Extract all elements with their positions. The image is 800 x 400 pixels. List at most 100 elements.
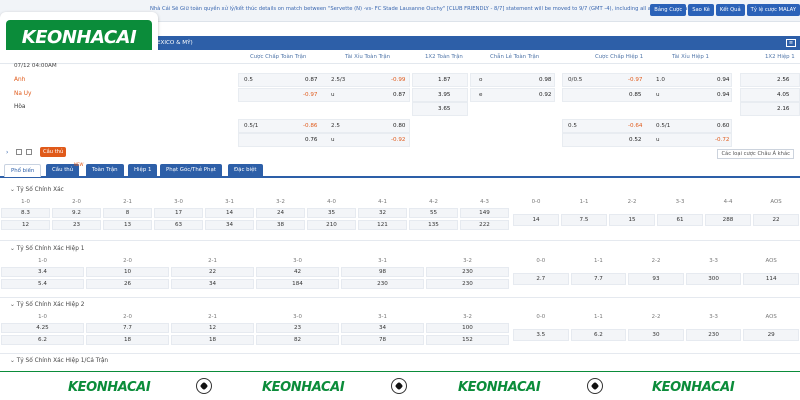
score-odds-cell[interactable]: 98 xyxy=(341,267,424,277)
score-odds-cell[interactable]: 121 xyxy=(358,220,407,230)
odds-type-button[interactable]: Tỷ lệ cược MALAY xyxy=(746,4,800,16)
h1-handicap-ou-row-4[interactable]: 0.5 -0.64 0.5/1 0.60 xyxy=(562,119,732,133)
handicap-ou-row-5[interactable]: 0.76 u -0.92 xyxy=(238,133,410,147)
score-odds-cell[interactable]: 63 xyxy=(154,220,203,230)
score-odds-cell[interactable]: 9.2 xyxy=(52,208,101,218)
score-odds-cell[interactable]: 18 xyxy=(171,335,254,345)
h1-handicap-ou-row-5[interactable]: 0.52 u -0.72 xyxy=(562,133,732,147)
draw-odds-cell[interactable]: 29 xyxy=(743,329,799,341)
draw-odds-cell[interactable]: 7.5 xyxy=(561,214,607,226)
section-title-correct-score-h2[interactable]: ⌄ Tỷ Số Chính Xác Hiệp 2 xyxy=(10,302,84,308)
tab-popular[interactable]: Phổ biến xyxy=(4,164,42,177)
h1-x12-draw-cell[interactable]: 2.16 xyxy=(740,102,800,116)
odd-even-cell-2[interactable]: e 0.92 xyxy=(470,88,555,102)
score-odds-cell[interactable]: 18 xyxy=(86,335,169,345)
draw-odds-cell[interactable]: 93 xyxy=(628,273,684,285)
tab-specials[interactable]: Đặc biệt xyxy=(228,164,263,177)
score-odds-cell[interactable]: 5.4 xyxy=(1,279,84,289)
section-title-correct-score[interactable]: ⌄ Tỷ Số Chính Xác xyxy=(10,187,64,193)
score-label: 2-0 xyxy=(123,314,132,320)
score-odds-cell[interactable]: 35 xyxy=(307,208,356,218)
chevron-right-icon[interactable]: › xyxy=(6,149,8,156)
score-odds-cell[interactable]: 17 xyxy=(154,208,203,218)
score-odds-cell[interactable]: 34 xyxy=(171,279,254,289)
score-odds-cell[interactable]: 13 xyxy=(103,220,152,230)
score-odds-cell[interactable]: 230 xyxy=(341,279,424,289)
draw-odds-cell[interactable]: 22 xyxy=(753,214,799,226)
score-odds-cell[interactable]: 82 xyxy=(256,335,339,345)
score-odds-cell[interactable]: 10 xyxy=(86,267,169,277)
score-odds-cell[interactable]: 42 xyxy=(256,267,339,277)
score-odds-cell[interactable]: 26 xyxy=(86,279,169,289)
h1-x12-away-cell[interactable]: 4.05 xyxy=(740,88,800,102)
handicap-ou-row-4[interactable]: 0.5/1 -0.86 2.5 0.80 xyxy=(238,119,410,133)
bet-list-button[interactable]: Bảng Cược xyxy=(650,4,687,16)
odd-even-cell[interactable]: o 0.98 xyxy=(470,73,555,87)
draw-odds-cell[interactable]: 230 xyxy=(685,329,742,341)
score-odds-cell[interactable]: 149 xyxy=(460,208,509,218)
chevron-down-icon[interactable]: ⌄ xyxy=(10,302,17,308)
score-odds-cell[interactable]: 55 xyxy=(409,208,458,218)
score-odds-cell[interactable]: 8.3 xyxy=(1,208,50,218)
draw-odds-cell[interactable]: 300 xyxy=(685,273,742,285)
score-odds-cell[interactable]: 100 xyxy=(426,323,509,333)
h1-handicap-ou-row-2[interactable]: 0.85 u 0.94 xyxy=(562,88,732,102)
draw-odds-cell[interactable]: 3.5 xyxy=(513,329,569,341)
score-odds-cell[interactable]: 210 xyxy=(307,220,356,230)
score-odds-cell[interactable]: 8 xyxy=(103,208,152,218)
stats-icon[interactable] xyxy=(16,149,22,155)
collapse-icon[interactable]: ≡ xyxy=(786,39,796,47)
score-odds-cell[interactable]: 4.25 xyxy=(1,323,84,333)
score-odds-cell[interactable]: 38 xyxy=(256,220,305,230)
score-odds-cell[interactable]: 34 xyxy=(341,323,424,333)
video-icon[interactable] xyxy=(26,149,32,155)
draw-odds-cell[interactable]: 2.7 xyxy=(513,273,569,285)
chevron-down-icon[interactable]: ⌄ xyxy=(10,187,17,193)
x12-home-cell[interactable]: 1.87 xyxy=(412,73,468,87)
score-odds-cell[interactable]: 152 xyxy=(426,335,509,345)
h1-handicap-ou-row-1[interactable]: 0/0.5 -0.97 1.0 0.94 xyxy=(562,73,732,87)
results-button[interactable]: Kết Quả xyxy=(715,4,745,16)
section-title-correct-score-h1[interactable]: ⌄ Tỷ Số Chính Xác Hiệp 1 xyxy=(10,246,84,252)
score-odds-cell[interactable]: 222 xyxy=(460,220,509,230)
handicap-ou-row-2[interactable]: -0.97 u 0.87 xyxy=(238,88,410,102)
score-odds-cell[interactable]: 184 xyxy=(256,279,339,289)
draw-odds-cell[interactable]: 114 xyxy=(743,273,799,285)
draw-odds-cell[interactable]: 288 xyxy=(705,214,751,226)
score-odds-cell[interactable]: 78 xyxy=(341,335,424,345)
handicap-ou-row-1[interactable]: 0.5 0.87 2.5/3 -0.99 xyxy=(238,73,410,87)
draw-odds-cell[interactable]: 14 xyxy=(513,214,559,226)
score-odds-cell[interactable]: 12 xyxy=(1,220,50,230)
score-odds-cell[interactable]: 230 xyxy=(426,279,509,289)
score-odds-cell[interactable]: 14 xyxy=(205,208,254,218)
score-odds-cell[interactable]: 12 xyxy=(171,323,254,333)
score-odds-cell[interactable]: 7.7 xyxy=(86,323,169,333)
score-odds-cell[interactable]: 135 xyxy=(409,220,458,230)
h1-x12-home-cell[interactable]: 2.56 xyxy=(740,73,800,87)
x12-draw-cell[interactable]: 3.65 xyxy=(412,102,468,116)
draw-odds-cell[interactable]: 15 xyxy=(609,214,655,226)
score-odds-cell[interactable]: 23 xyxy=(52,220,101,230)
statement-button[interactable]: Sao Kê xyxy=(688,4,714,16)
score-odds-cell[interactable]: 230 xyxy=(426,267,509,277)
market-type-select[interactable]: Các loại cược Châu Á khác xyxy=(717,149,794,159)
draw-odds-cell[interactable]: 30 xyxy=(628,329,684,341)
score-odds-cell[interactable]: 6.2 xyxy=(1,335,84,345)
score-odds-cell[interactable]: 23 xyxy=(256,323,339,333)
tab-first-half[interactable]: Hiệp 1 xyxy=(128,164,158,177)
draw-odds-cell[interactable]: 6.2 xyxy=(570,329,627,341)
tab-full-time[interactable]: Toàn Trận xyxy=(86,164,124,177)
chevron-down-icon[interactable]: ⌄ xyxy=(10,246,17,252)
draw-odds-cell[interactable]: 7.7 xyxy=(570,273,627,285)
score-odds-cell[interactable]: 34 xyxy=(205,220,254,230)
draw-odds-cell[interactable]: 61 xyxy=(657,214,703,226)
player-badge[interactable]: Cầu thủ xyxy=(40,147,67,157)
chevron-down-icon[interactable]: ⌄ xyxy=(10,358,17,364)
x12-away-cell[interactable]: 3.95 xyxy=(412,88,468,102)
score-odds-cell[interactable]: 32 xyxy=(358,208,407,218)
score-odds-cell[interactable]: 24 xyxy=(256,208,305,218)
section-title-ht-ft-score[interactable]: ⌄ Tỷ Số Chính Xác Hiệp 1/Cả Trận xyxy=(10,358,108,364)
score-odds-cell[interactable]: 22 xyxy=(171,267,254,277)
tab-corners-cards[interactable]: Phạt Góc/Thẻ Phạt xyxy=(160,164,222,177)
score-odds-cell[interactable]: 3.4 xyxy=(1,267,84,277)
